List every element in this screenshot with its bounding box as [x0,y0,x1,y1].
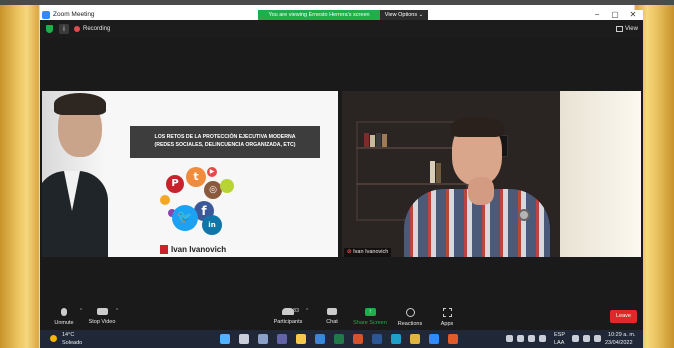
video-options-caret-icon[interactable]: ^ [116,308,118,314]
presenter-photo-hair [54,93,106,115]
powerpoint-icon[interactable] [353,334,363,344]
input-layout[interactable]: LAA [554,339,564,347]
participants-button[interactable]: 83 Participants [266,308,310,326]
chat-bubble-icon [327,308,337,315]
background-window [560,91,641,257]
microphone-tray-icon[interactable] [539,335,546,342]
chrome-icon[interactable] [410,334,420,344]
close-icon[interactable]: ✕ [624,10,642,20]
book [364,133,369,147]
microphone-icon [61,308,67,316]
volume-icon[interactable] [583,335,590,342]
participant-name-tag: ⊘ Ivan Ivanovich [344,248,392,257]
participant-hair [450,117,504,137]
sun-icon[interactable] [50,335,57,342]
participants-label: Participants [273,319,303,325]
participant-hand [468,177,494,205]
cloud-icon[interactable] [528,335,535,342]
share-screen-button[interactable]: ↑ Share Screen [348,308,392,327]
meeting-info-icon[interactable]: i [59,24,69,34]
smiley-icon [405,308,415,317]
participants-caret-icon[interactable]: ^ [306,308,308,314]
file-explorer-icon[interactable] [296,334,306,344]
edge-icon[interactable] [391,334,401,344]
zoom-logo-icon [42,11,50,19]
viewing-share-banner: You are viewing Ernesto Herrera's screen [258,10,380,20]
word-icon[interactable] [372,334,382,344]
book [382,134,387,147]
wristwatch [518,209,530,221]
store-icon[interactable] [315,334,325,344]
weather-condition[interactable]: Soleado [62,339,82,347]
apps-icon [442,308,452,317]
windows-taskbar: 14°C Soleado ESP LAA 10:29 a. m. 23/04/2… [40,330,643,348]
muted-mic-icon: ⊘ [347,249,352,255]
wifi-icon[interactable] [572,335,579,342]
book [376,133,381,147]
recording-dot-icon [74,26,80,32]
battery-status-icon[interactable] [594,335,601,342]
stop-video-label: Stop Video [88,319,116,325]
meeting-status-bar: i Recording View [40,20,643,38]
weather-temperature[interactable]: 14°C [62,331,74,339]
recording-label[interactable]: Recording [83,24,110,34]
book [370,135,375,147]
tumblr-icon: t [186,167,206,187]
minimize-icon[interactable]: − [588,10,606,20]
excel-icon[interactable] [334,334,344,344]
battery-icon[interactable] [517,335,524,342]
window-title: Zoom Meeting [53,11,95,18]
view-options-button[interactable]: View Options ⌄ [380,10,428,20]
windows-start-icon[interactable] [220,334,230,344]
apps-label: Apps [440,321,454,327]
book [436,163,441,183]
input-language[interactable]: ESP [554,331,565,339]
view-grid-icon[interactable] [616,26,623,32]
security-shield-icon[interactable] [46,25,53,33]
twitter-icon: 🐦 [172,205,198,231]
chat-app-icon[interactable] [277,334,287,344]
view-label[interactable]: View [625,24,638,34]
leave-button[interactable]: Leave [610,310,637,323]
search-icon[interactable] [239,334,249,344]
green-dot-icon [220,179,234,193]
apps-button[interactable]: Apps [425,308,469,328]
title-bar: Zoom Meeting You are viewing Ernesto Her… [40,10,643,20]
media-app-icon[interactable] [448,334,458,344]
participant-name: Ivan Ivanovich [353,249,389,255]
shelf-board [356,183,468,185]
brand-logo-icon [160,245,168,254]
pinterest-icon: P [166,175,184,193]
meeting-toolbar: Unmute ^ Stop Video ^ 83 Participants ^ … [40,306,643,330]
share-screen-label: Share Screen [353,320,387,326]
maximize-icon[interactable]: ▢ [606,10,624,20]
clock-date[interactable]: 23/04/2022 [605,339,633,347]
zoom-app-icon[interactable] [429,334,439,344]
youtube-icon: ▶ [207,167,217,177]
orange-dot-icon [160,195,170,205]
zoom-window: Zoom Meeting You are viewing Ernesto Her… [40,10,643,348]
share-screen-icon: ↑ [364,308,376,316]
participants-count: 83 [293,308,300,314]
participant-video[interactable]: ⊘ Ivan Ivanovich [342,91,641,257]
video-camera-icon [96,308,108,315]
linkedin-icon: in [202,215,222,235]
slide-title-banner: LOS RETOS DE LA PROTECCIÓN EJECUTIVA MOD… [130,126,320,158]
clock-time[interactable]: 10:29 a. m. [608,331,636,339]
slide-title-line-1: LOS RETOS DE LA PROTECCIÓN EJECUTIVA MOD… [154,134,296,140]
brand-name: Ivan Ivanovich [171,245,227,254]
book [430,161,435,183]
slide-title-line-2: (REDES SOCIALES, DELINCUENCIA ORGANIZADA… [154,142,296,148]
shared-screen: LOS RETOS DE LA PROTECCIÓN EJECUTIVA MOD… [42,91,338,257]
show-hidden-icons-icon[interactable] [506,335,513,342]
task-view-icon[interactable] [258,334,268,344]
